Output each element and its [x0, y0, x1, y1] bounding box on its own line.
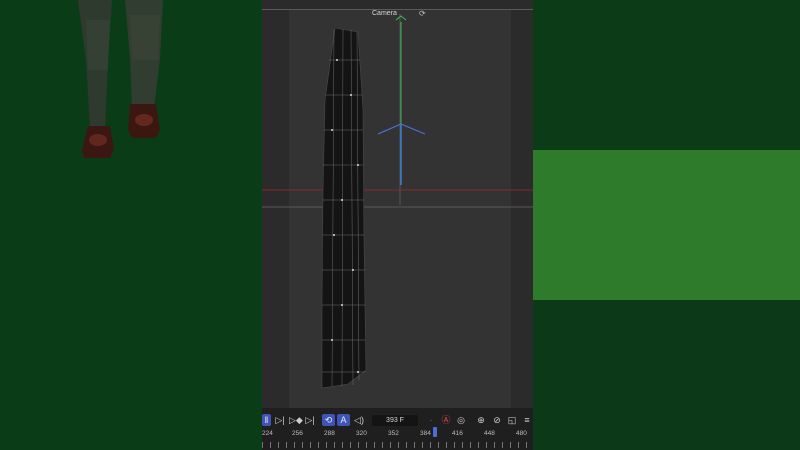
target-icon[interactable]: ⊕: [475, 414, 487, 426]
3d-viewport[interactable]: Camera ⟳: [262, 0, 533, 408]
playback-controls: ‖ ▷| ▷◆ ▷| ⟲ A ◁) 393 F · Ⓐ ◎ ⊕ ⊘ ◱ ≡: [262, 411, 533, 429]
ruler-label: 320: [356, 430, 367, 437]
settings-icon[interactable]: ◎: [455, 414, 467, 426]
mesh-object: [321, 27, 367, 389]
timeline-panel: ‖ ▷| ▷◆ ▷| ⟲ A ◁) 393 F · Ⓐ ◎ ⊕ ⊘ ◱ ≡ 22…: [262, 408, 533, 450]
ruler-label: 288: [324, 430, 335, 437]
next-keyframe-icon[interactable]: ▷◆: [289, 414, 303, 426]
green-screen-right-top: [533, 0, 800, 150]
timeline-ruler[interactable]: 224 256 288 320 352 384 416 448 480: [262, 430, 533, 450]
camera-refresh-icon[interactable]: ⟳: [419, 9, 426, 18]
person-legs-image: [78, 0, 163, 158]
ruler-label: 256: [292, 430, 303, 437]
loop-icon[interactable]: ⟲: [322, 414, 335, 426]
ruler-label: 448: [484, 430, 495, 437]
record-icon[interactable]: ·: [426, 414, 436, 426]
transform-icon[interactable]: ⊘: [491, 414, 503, 426]
pause-icon[interactable]: ‖: [262, 414, 271, 426]
screen-icon[interactable]: ◱: [506, 414, 518, 426]
audio-icon[interactable]: ◁): [353, 414, 365, 426]
current-frame-display[interactable]: 393 F: [372, 415, 418, 426]
playhead[interactable]: [433, 427, 437, 437]
viewport-scene: [262, 14, 533, 389]
camera-label: Camera: [372, 10, 397, 17]
ruler-label: 480: [516, 430, 527, 437]
auto-key-icon[interactable]: A: [337, 414, 350, 426]
ruler-label: 224: [262, 430, 273, 437]
ruler-label: 384: [420, 430, 431, 437]
autokey-a-icon[interactable]: Ⓐ: [440, 414, 452, 426]
green-screen-right-bright: [533, 150, 800, 300]
more-icon[interactable]: ≡: [521, 414, 533, 426]
ruler-ticks: [262, 442, 533, 448]
ruler-label: 416: [452, 430, 463, 437]
step-forward-icon[interactable]: ▷|: [274, 414, 286, 426]
green-screen-right-bottom: [533, 300, 800, 450]
jump-to-end-icon[interactable]: ▷|: [304, 414, 316, 426]
ruler-label: 352: [388, 430, 399, 437]
